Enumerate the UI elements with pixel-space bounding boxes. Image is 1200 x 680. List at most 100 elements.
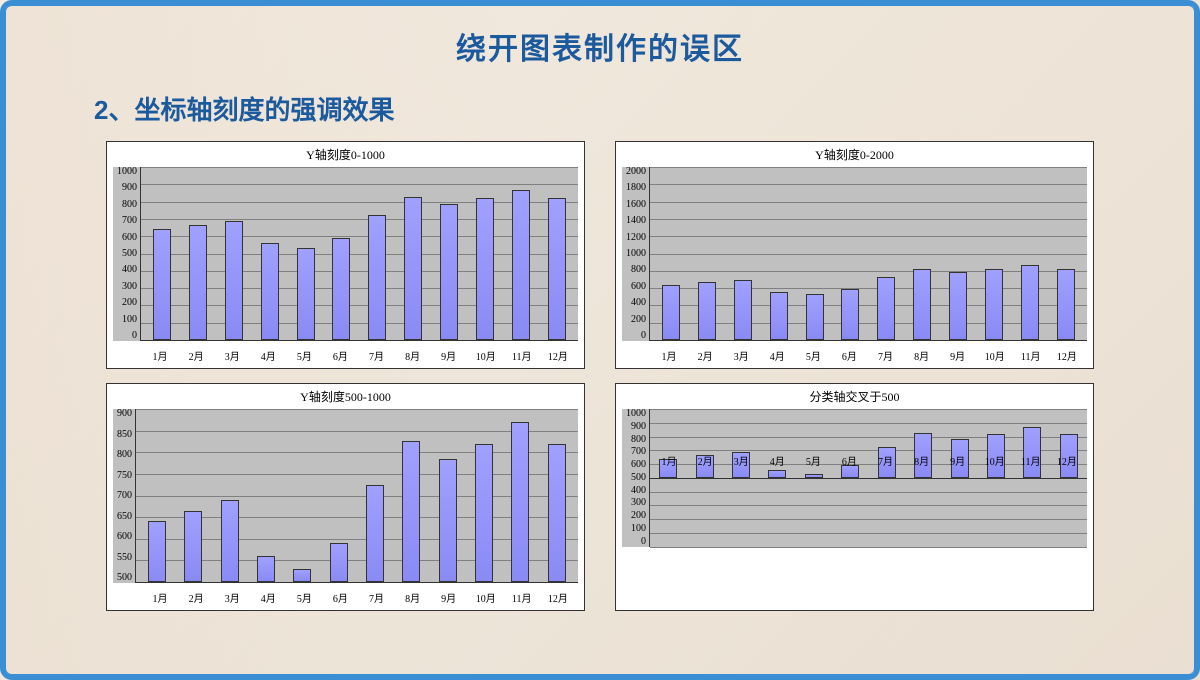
x-tick-label: 1月 (151, 590, 169, 605)
slide: 绕开图表制作的误区 2、坐标轴刻度的强调效果 Y轴刻度0-1000 100090… (6, 6, 1194, 674)
x-tick-label: 2月 (187, 590, 205, 605)
data-bar (297, 248, 315, 340)
y-tick-label: 300 (117, 282, 137, 292)
x-tick-label: 9月 (949, 453, 967, 468)
x-tick-label: 7月 (368, 590, 386, 605)
x-tick-label: 5月 (295, 348, 313, 363)
x-tick-label: 6月 (331, 348, 349, 363)
plot-area: 10009008007006005004003002001000 (113, 167, 578, 341)
x-tick-label: 9月 (440, 348, 458, 363)
plot (140, 167, 578, 341)
chart-y-0-1000: Y轴刻度0-1000 10009008007006005004003002001… (106, 141, 585, 369)
bars (136, 409, 578, 582)
y-tick-label: 800 (626, 435, 646, 445)
x-tick-label: 6月 (840, 348, 858, 363)
data-bar (189, 225, 207, 340)
y-tick-label: 500 (117, 573, 132, 583)
x-tick-label: 8月 (913, 453, 931, 468)
y-tick-label: 850 (117, 430, 132, 440)
sub-title: 2、坐标轴刻度的强调效果 (94, 90, 1134, 127)
data-bar (548, 444, 566, 582)
x-tick-label: 7月 (877, 453, 895, 468)
x-tick-label: 2月 (696, 348, 714, 363)
chart-y-0-2000: Y轴刻度0-2000 20001800160014001200100080060… (615, 141, 1094, 369)
plot-area: 2000180016001400120010008006004002000 (622, 167, 1087, 341)
x-tick-label: 1月 (151, 348, 169, 363)
y-tick-label: 200 (626, 315, 646, 325)
data-bar (221, 500, 239, 582)
bars (650, 167, 1087, 340)
x-tick-label: 6月 (840, 453, 858, 468)
plot (135, 409, 578, 583)
y-axis-labels: 900850800750700650600550500 (113, 409, 135, 583)
y-tick-label: 900 (117, 183, 137, 193)
x-tick-label: 4月 (768, 348, 786, 363)
y-tick-label: 700 (117, 491, 132, 501)
chart-cross-at-500: 分类轴交叉于500 100090080070060050040030020010… (615, 383, 1094, 611)
y-tick-label: 1000 (626, 409, 646, 419)
x-tick-label: 12月 (548, 590, 566, 605)
y-tick-label: 900 (117, 409, 132, 419)
x-tick-label: 5月 (295, 590, 313, 605)
x-tick-label: 9月 (440, 590, 458, 605)
plot (649, 409, 1087, 547)
y-tick-label: 800 (117, 450, 132, 460)
data-bar (366, 485, 384, 582)
x-tick-label: 8月 (913, 348, 931, 363)
main-title: 绕开图表制作的误区 (66, 24, 1134, 68)
x-tick-label: 10月 (476, 590, 494, 605)
x-tick-label: 4月 (259, 348, 277, 363)
plot (649, 167, 1087, 341)
data-bar (662, 285, 680, 340)
chart-title: Y轴刻度0-1000 (107, 142, 584, 165)
x-tick-label: 10月 (476, 348, 494, 363)
data-bar (1057, 269, 1075, 340)
data-bar (841, 289, 859, 340)
charts-grid: Y轴刻度0-1000 10009008007006005004003002001… (66, 141, 1134, 611)
x-tick-label: 2月 (187, 348, 205, 363)
x-tick-label: 2月 (696, 453, 714, 468)
y-tick-label: 800 (626, 265, 646, 275)
x-tick-label: 4月 (768, 453, 786, 468)
data-bar (261, 243, 279, 340)
x-tick-label: 12月 (548, 348, 566, 363)
data-bar (1021, 265, 1039, 340)
y-tick-label: 400 (626, 486, 646, 496)
data-bar (439, 459, 457, 582)
y-tick-label: 800 (117, 200, 137, 210)
x-tick-label: 6月 (331, 590, 349, 605)
data-bar (548, 198, 566, 340)
data-bar (330, 543, 348, 582)
data-bar (293, 569, 311, 582)
y-tick-label: 500 (117, 249, 137, 259)
x-tick-label: 11月 (512, 590, 530, 605)
y-tick-label: 0 (117, 331, 137, 341)
chart-title: Y轴刻度0-2000 (616, 142, 1093, 165)
y-tick-label: 750 (117, 471, 132, 481)
x-tick-label: 1月 (660, 348, 678, 363)
data-bar (257, 556, 275, 582)
y-tick-label: 100 (626, 524, 646, 534)
y-tick-label: 400 (626, 298, 646, 308)
bars (650, 409, 1087, 547)
y-tick-label: 600 (117, 233, 137, 243)
data-bar (949, 272, 967, 340)
y-tick-label: 700 (117, 216, 137, 226)
y-tick-label: 400 (117, 265, 137, 275)
data-bar (698, 282, 716, 340)
x-tick-label: 1月 (660, 453, 678, 468)
data-bar (512, 190, 530, 341)
y-tick-label: 200 (117, 298, 137, 308)
data-bar (404, 197, 422, 340)
y-tick-label: 600 (626, 282, 646, 292)
y-tick-label: 600 (626, 460, 646, 470)
x-axis-labels: 1月2月3月4月5月6月7月8月9月10月11月12月 (139, 587, 578, 610)
x-axis-labels: 1月2月3月4月5月6月7月8月9月10月11月12月 (139, 345, 578, 368)
y-tick-label: 700 (626, 447, 646, 457)
data-bar (806, 294, 824, 340)
x-tick-label: 10月 (985, 348, 1003, 363)
x-tick-label: 5月 (804, 453, 822, 468)
x-axis-labels: 1月2月3月4月5月6月7月8月9月10月11月12月 (648, 345, 1087, 368)
data-bar (332, 238, 350, 340)
x-tick-label: 3月 (732, 348, 750, 363)
